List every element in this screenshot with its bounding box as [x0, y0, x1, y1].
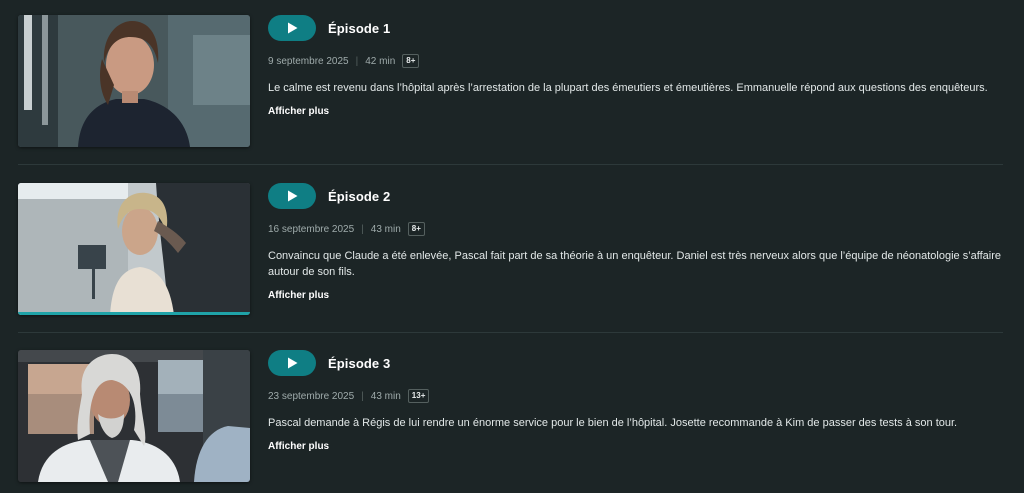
progress-fill: [18, 312, 250, 315]
episode-title: Épisode 3: [328, 355, 391, 371]
thumbnail-image: [18, 15, 250, 147]
play-button[interactable]: [268, 15, 316, 41]
air-date: 9 septembre 2025: [268, 55, 349, 67]
age-rating-badge: 8+: [407, 222, 425, 236]
meta-separator: |: [355, 55, 359, 67]
play-icon: [288, 190, 298, 202]
air-date: 23 septembre 2025: [268, 390, 355, 402]
episode-meta: 16 septembre 2025 | 43 min 8+: [268, 222, 1003, 236]
episode-description: Convaincu que Claude a été enlevée, Pasc…: [268, 250, 1002, 278]
episode-thumbnail[interactable]: [18, 15, 250, 147]
age-rating-badge: 8+: [402, 54, 420, 68]
play-button[interactable]: [268, 183, 316, 209]
duration: 43 min: [370, 390, 401, 402]
play-button[interactable]: [268, 350, 316, 376]
episode-list: Épisode 1 9 septembre 2025 | 42 min 8+ L…: [0, 0, 1024, 493]
meta-separator: |: [361, 390, 364, 402]
thumbnail-image: [18, 183, 250, 315]
age-rating-badge: 13+: [407, 389, 430, 403]
episode-meta: 9 septembre 2025 | 42 min 8+: [268, 54, 1003, 68]
meta-separator: |: [361, 223, 364, 235]
play-icon: [288, 357, 298, 369]
thumbnail-image: [18, 350, 250, 482]
play-icon: [288, 22, 298, 34]
divider: [18, 164, 1003, 165]
episode-thumbnail[interactable]: [18, 183, 250, 315]
episode-title: Épisode 2: [328, 188, 391, 204]
progress-track: [18, 312, 250, 315]
divider: [18, 332, 1003, 333]
episode-thumbnail[interactable]: [18, 350, 250, 482]
show-more-link[interactable]: Afficher plus: [268, 106, 329, 117]
episode-title: Épisode 1: [328, 20, 391, 36]
show-more-link[interactable]: Afficher plus: [268, 441, 329, 452]
duration: 42 min: [365, 55, 396, 67]
show-more-link[interactable]: Afficher plus: [268, 290, 329, 301]
air-date: 16 septembre 2025: [268, 223, 355, 235]
episode-description: Pascal demande à Régis de lui rendre un …: [268, 417, 958, 429]
duration: 43 min: [370, 223, 401, 235]
episode-meta: 23 septembre 2025 | 43 min 13+: [268, 389, 1003, 403]
episode-description: Le calme est revenu dans l’hôpital après…: [268, 82, 988, 94]
